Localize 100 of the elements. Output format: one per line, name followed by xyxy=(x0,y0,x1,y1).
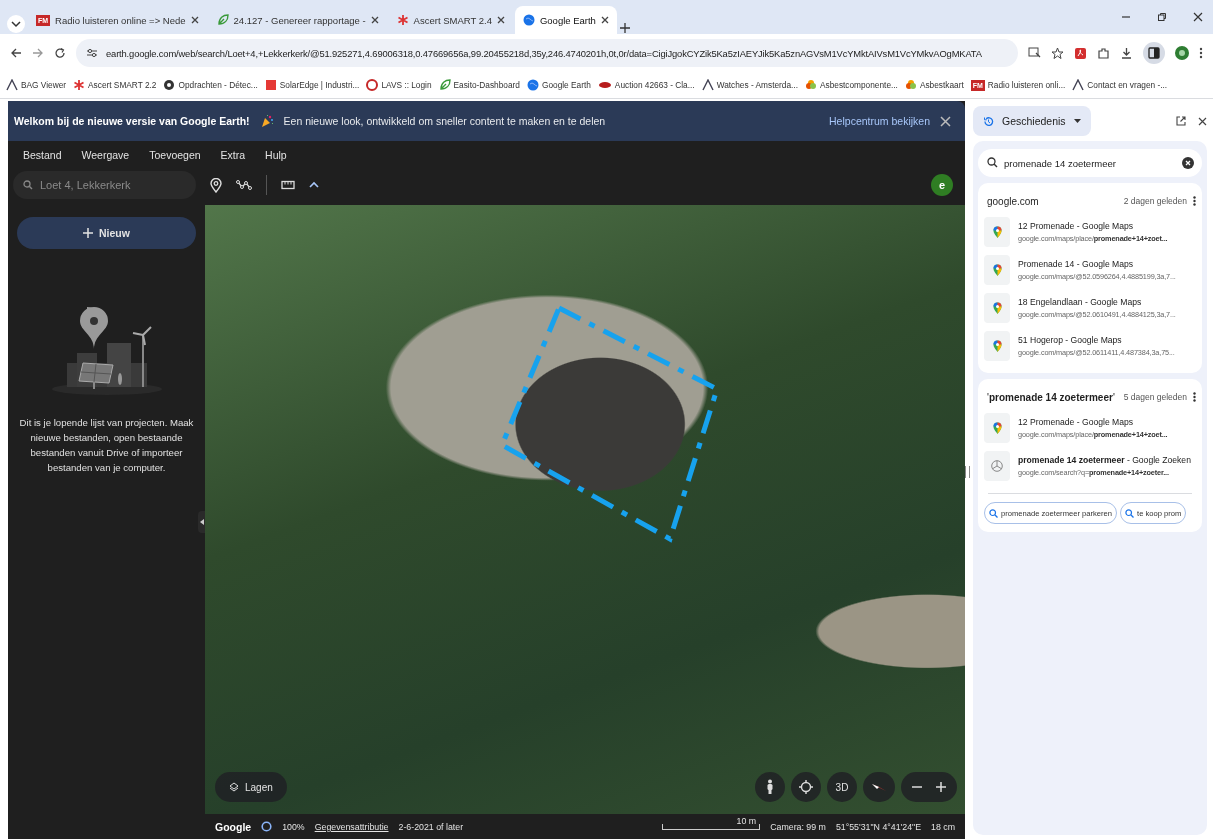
history-icon xyxy=(983,115,994,127)
tab-search-icon[interactable] xyxy=(6,14,26,34)
star-emblem-icon xyxy=(991,460,1003,472)
reload-icon[interactable] xyxy=(54,47,66,59)
address-bar[interactable]: earth.google.com/web/search/Loet+4,+Lekkerkerk/@51.925271,4.69006318,0.47669656a,99.20455218d,35y,246.4740201h,0t,0r/data=CigiJgokCYZik5Ka5zIAEYJik5Ka5znAGVsM1VcYMktAIVsM1VcYMkvAOgMKATA xyxy=(76,39,1018,67)
flower-icon xyxy=(804,79,817,91)
download-icon[interactable] xyxy=(1120,46,1133,60)
scale-label: 10 m xyxy=(736,815,757,826)
side-panel-icon[interactable] xyxy=(1143,42,1165,64)
circle-icon xyxy=(366,79,379,91)
browser-tab[interactable]: Google Earth xyxy=(514,6,617,34)
map-pin-icon xyxy=(992,226,1002,238)
search-icon xyxy=(987,157,998,168)
elevation: 18 cm xyxy=(931,821,955,832)
close-icon[interactable] xyxy=(370,16,379,24)
map-pin-icon xyxy=(992,302,1002,314)
menu-item[interactable]: Hulp xyxy=(265,149,287,161)
menu-item[interactable]: Toevoegen xyxy=(149,149,201,161)
new-tab-icon[interactable] xyxy=(618,22,631,34)
forward-icon[interactable] xyxy=(32,47,44,59)
search-icon xyxy=(1125,508,1134,518)
group-heading: 'promenade 14 zoetermeer' xyxy=(987,391,1116,403)
bookmark[interactable]: LAVS :: Login xyxy=(366,79,432,91)
square-icon xyxy=(264,79,277,91)
install-icon[interactable] xyxy=(1028,47,1041,59)
path-icon[interactable] xyxy=(236,179,252,191)
account-avatar[interactable]: e xyxy=(931,174,953,196)
zoom-in-icon[interactable] xyxy=(935,781,947,793)
profile-avatar-icon[interactable] xyxy=(1175,46,1189,60)
imagery-date: 2-6-2021 of later xyxy=(398,821,464,832)
map-pin-icon xyxy=(992,340,1002,352)
menu-item[interactable]: Weergave xyxy=(81,149,130,161)
caret-mark-icon xyxy=(6,79,18,91)
history-search-field[interactable]: promenade 14 zoetermeer xyxy=(978,149,1202,177)
bookmark[interactable]: Asbestcomponente... xyxy=(804,79,898,91)
crosshair-icon xyxy=(799,780,813,794)
chevron-up-icon[interactable] xyxy=(309,181,319,189)
back-icon[interactable] xyxy=(10,47,22,59)
bookmark[interactable]: SolarEdge | Industri... xyxy=(264,79,360,91)
search-icon xyxy=(989,508,998,518)
bookmark[interactable]: Asbestkaart xyxy=(904,79,964,91)
more-icon[interactable] xyxy=(1193,392,1196,402)
menu-item[interactable]: Extra xyxy=(220,149,246,161)
close-icon[interactable] xyxy=(496,16,505,24)
layers-button[interactable]: Lagen xyxy=(215,772,287,802)
banner-title: Welkom bij de nieuwe versie van Google Earth! xyxy=(14,115,250,127)
camera-altitude: Camera: 99 m xyxy=(770,821,826,832)
caret-mark-icon xyxy=(701,79,714,91)
more-icon[interactable] xyxy=(1193,196,1196,206)
flower-icon xyxy=(904,79,917,91)
bookmark-star-icon[interactable] xyxy=(1051,46,1064,60)
person-icon xyxy=(766,779,774,795)
banner-text: Een nieuwe look, ontwikkeld om sneller content te maken en te delen xyxy=(283,115,606,127)
browser-tab[interactable]: 24.127 - Genereer rapportage - xyxy=(208,6,387,34)
group-time: 5 dagen geleden xyxy=(1123,392,1187,402)
group-time: 2 dagen geleden xyxy=(1123,196,1187,206)
oval-icon xyxy=(597,79,612,91)
bookmark[interactable]: Opdrachten - Détec... xyxy=(163,79,258,91)
bookmark[interactable]: BAG Viewer xyxy=(6,79,67,91)
zoom-level: 100% xyxy=(282,821,305,832)
satellite-photo[interactable] xyxy=(205,205,965,814)
more-icon[interactable] xyxy=(1199,47,1203,59)
party-popper-icon xyxy=(259,114,274,128)
bookmark[interactable]: Google Earth xyxy=(526,79,591,91)
bookmark[interactable]: Ascert SMART 2.2 xyxy=(73,79,157,91)
close-icon[interactable] xyxy=(1198,116,1207,126)
leaf-icon xyxy=(438,79,451,91)
browser-tab[interactable]: Ascert SMART 2.4 xyxy=(388,6,513,34)
extensions-icon[interactable] xyxy=(1097,46,1110,60)
help-center-link[interactable]: Helpcentrum bekijken xyxy=(829,115,930,127)
open-in-new-icon[interactable] xyxy=(1176,116,1186,126)
data-attribution-link[interactable]: Gegevensattributie xyxy=(314,821,389,832)
empty-state-message: Dit is je lopende lijst van projecten. Maak nieuwe bestanden, open bestaande bestanden vanuit Drive of importeer bestanden van je computer. xyxy=(18,416,195,475)
globe-icon xyxy=(522,14,535,26)
menu-item[interactable]: Bestand xyxy=(23,149,62,161)
close-icon[interactable] xyxy=(600,16,609,24)
map-pin-icon xyxy=(992,264,1002,276)
plus-icon xyxy=(83,228,94,238)
search-icon xyxy=(23,180,33,190)
close-icon[interactable] xyxy=(1193,12,1203,22)
pdf-icon[interactable] xyxy=(1074,46,1087,60)
ruler-icon[interactable] xyxy=(281,180,295,190)
place-marker-icon[interactable] xyxy=(210,177,222,193)
bookmark[interactable]: Contact en vragen -... xyxy=(1072,79,1168,91)
site-settings-icon[interactable] xyxy=(86,48,98,58)
group-heading: google.com xyxy=(987,195,1040,207)
bookmark[interactable]: Watches - Amsterda... xyxy=(701,79,798,91)
google-logo: Google xyxy=(215,820,252,833)
close-icon[interactable] xyxy=(940,115,951,127)
clear-icon[interactable] xyxy=(1182,157,1194,169)
new-project-button[interactable]: Nieuw xyxy=(17,217,196,249)
bookmark[interactable]: Easito-Dashboard xyxy=(438,79,520,91)
resize-handle[interactable] xyxy=(965,466,970,478)
search-field[interactable]: Loet 4, Lekkerkerk xyxy=(13,171,196,199)
layers-icon xyxy=(229,782,239,792)
history-dropdown[interactable]: Geschiedenis xyxy=(973,106,1091,136)
bookmark[interactable]: Auction 42663 - Cla... xyxy=(597,79,695,91)
restore-icon[interactable] xyxy=(1157,12,1167,22)
loading-ring-icon xyxy=(261,821,273,832)
close-icon[interactable] xyxy=(190,16,199,24)
